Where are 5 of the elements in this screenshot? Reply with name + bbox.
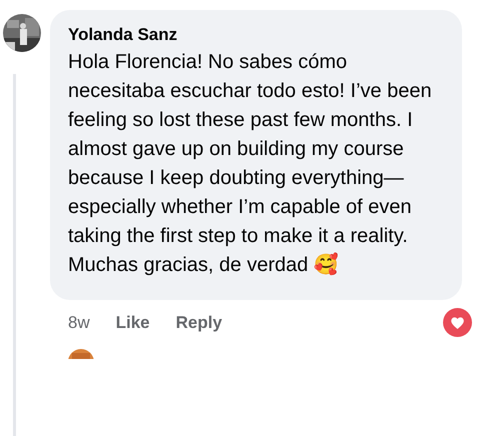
author-name: Yolanda Sanz — [68, 24, 178, 46]
action-link[interactable]: Like — [116, 310, 150, 336]
timestamp: 8w — [68, 312, 90, 334]
action-link[interactable]: Reply — [176, 310, 222, 336]
comment-text: Hola Florencia! No sabes cómo necesitaba escuchar todo esto! I’ve been feeling so lost these past few months. I almost gave up on building my course because I keep doubting everything—especially whether I’m capable of even taking the first step to make it a reality. Muchas gracias, de verdad 🥰 — [68, 50, 433, 278]
